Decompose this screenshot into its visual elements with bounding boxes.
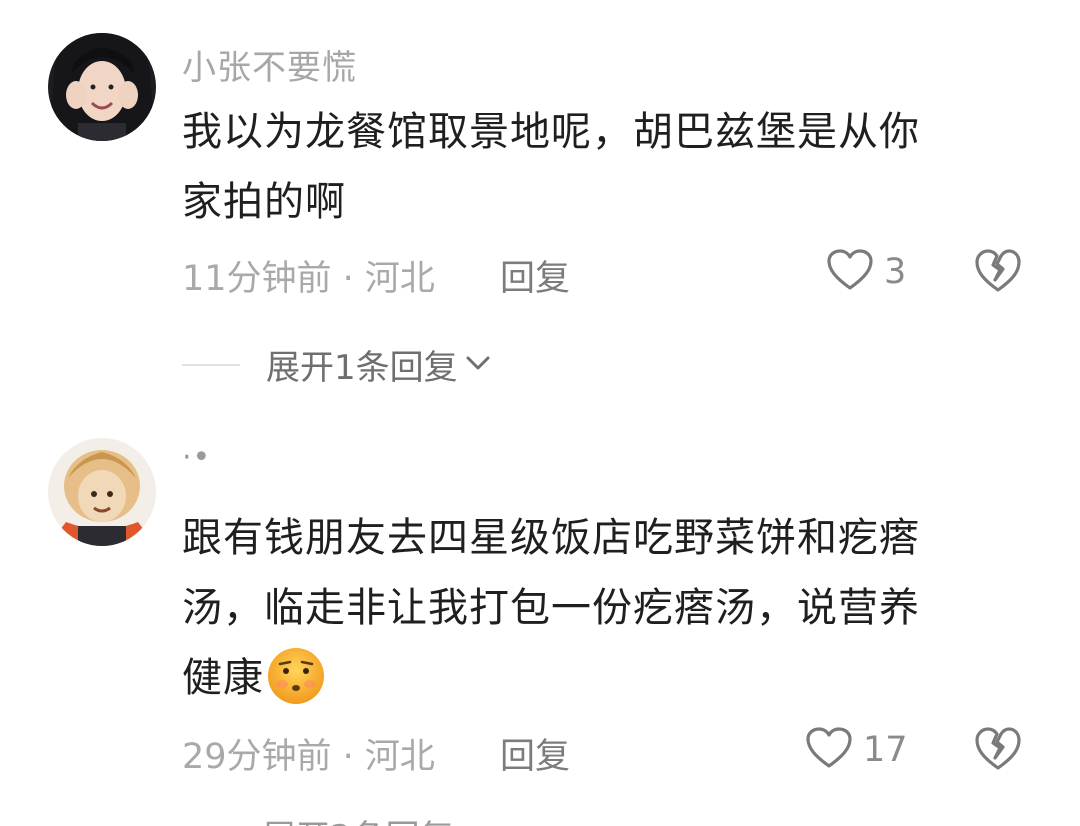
dislike-button[interactable] [973,726,1023,776]
reply-button[interactable]: 回复 [500,728,570,779]
expand-replies-label: 展开1条回复 [266,348,458,388]
avatar[interactable] [48,438,156,546]
like-count: 17 [863,730,908,770]
comment-item: ·• 跟有钱朋友去四星级饭店吃野菜饼和疙瘩 汤，临走非让我打包一份疙瘩汤，说营养… [0,430,1080,826]
dislike-button[interactable] [973,248,1023,298]
like-button[interactable]: 3 [826,248,906,296]
divider [182,363,240,366]
avatar[interactable] [48,33,156,141]
comment-text-fragment: 健康 [182,655,264,701]
comment-text: 跟有钱朋友去四星级饭店吃野菜饼和疙瘩 汤，临走非让我打包一份疙瘩汤，说营养 健康 [182,503,1012,713]
broken-heart-icon [973,249,1023,298]
expand-replies-label[interactable]: 展开2条回复 [262,810,454,826]
username[interactable]: ·• [182,440,211,475]
comment-text-line: 家拍的啊 [182,179,346,225]
comment-text-line: 跟有钱朋友去四星级饭店吃野菜饼和疙瘩 [182,515,920,561]
comment-text-line: 我以为龙餐馆取景地呢，胡巴兹堡是从你 [182,109,920,155]
broken-heart-icon [973,727,1023,776]
username[interactable]: 小张不要慌 [182,40,357,89]
unamused-face-emoji [266,646,326,706]
comment-list: 小张不要慌 我以为龙餐馆取景地呢，胡巴兹堡是从你 家拍的啊 11分钟前 · 河北… [0,0,1080,826]
comment-meta: 29分钟前 · 河北 [182,737,435,777]
heart-outline-icon [826,248,874,296]
chevron-down-icon [464,353,492,377]
comment-item: 小张不要慌 我以为龙餐馆取景地呢，胡巴兹堡是从你 家拍的啊 11分钟前 · 河北… [0,0,1080,420]
comment-text-line: 汤，临走非让我打包一份疙瘩汤，说营养 [182,585,920,631]
heart-outline-icon [805,726,853,774]
comment-text: 我以为龙餐馆取景地呢，胡巴兹堡是从你 家拍的啊 [182,97,1012,237]
like-count: 3 [884,252,907,292]
comment-text-line: 健康 [182,643,1012,713]
reply-button[interactable]: 回复 [500,250,570,301]
expand-replies-button[interactable]: 展开1条回复 [182,340,492,389]
comment-meta: 11分钟前 · 河北 [182,259,435,299]
like-button[interactable]: 17 [805,726,908,774]
